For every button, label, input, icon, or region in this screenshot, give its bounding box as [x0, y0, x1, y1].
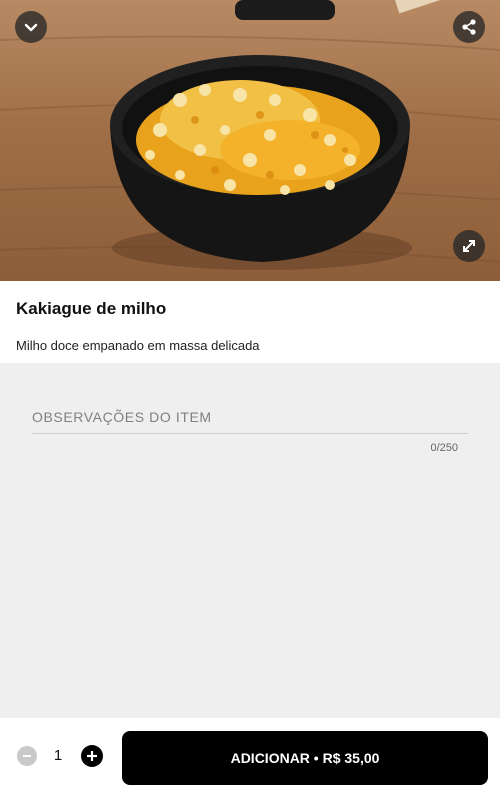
item-description: Milho doce empanado em massa delicada [16, 338, 260, 353]
minus-icon [23, 755, 31, 757]
share-icon [462, 19, 476, 35]
collapse-button[interactable] [15, 11, 47, 43]
share-button[interactable] [453, 11, 485, 43]
plus-icon [87, 751, 97, 761]
order-bar: 1 ADICIONAR • R$ 35,00 [0, 718, 500, 791]
decrease-quantity-button[interactable] [17, 746, 37, 766]
increase-quantity-button[interactable] [81, 745, 103, 767]
add-to-cart-label: ADICIONAR • R$ 35,00 [230, 750, 380, 766]
notes-character-counter: 0/250 [430, 442, 458, 454]
expand-icon [463, 240, 475, 252]
item-notes-section: 0/250 [32, 400, 468, 454]
item-title: Kakiague de milho [16, 299, 167, 318]
add-to-cart-button[interactable]: ADICIONAR • R$ 35,00 [122, 731, 488, 785]
chevron-down-icon [24, 23, 38, 32]
quantity-value: 1 [53, 747, 63, 764]
food-photo-illustration [0, 0, 500, 270]
expand-image-button[interactable] [453, 230, 485, 262]
item-info-card: Kakiague de milho Milho doce empanado em… [0, 281, 500, 363]
item-notes-input[interactable] [32, 400, 468, 434]
item-photo [0, 0, 500, 281]
